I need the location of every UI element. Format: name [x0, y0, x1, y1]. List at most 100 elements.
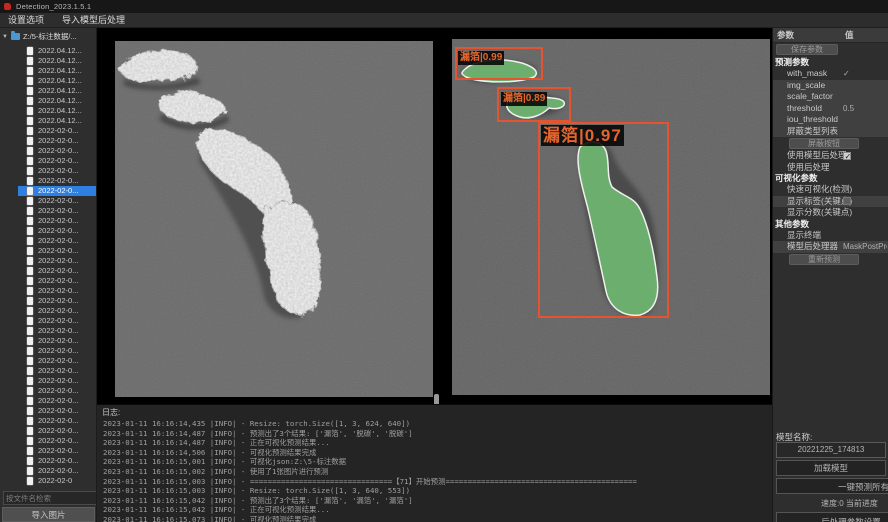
tree-item[interactable]: 2022-02-0... — [0, 406, 97, 416]
original-image — [115, 41, 433, 397]
param-row[interactable]: scale_factor — [773, 91, 888, 103]
tree-item[interactable]: 2022-02-0 — [0, 476, 97, 486]
tree-item[interactable]: 2022-02-0... — [0, 276, 97, 286]
file-icon — [27, 267, 33, 275]
tree-item[interactable]: 2022-02-0... — [0, 386, 97, 396]
tree-item[interactable]: 2022-02-0... — [0, 256, 97, 266]
tree-item[interactable]: 2022.04.12... — [0, 66, 97, 76]
param-row[interactable]: 快速可视化(检测) — [773, 184, 888, 196]
tree-item[interactable]: 2022-02-0... — [0, 176, 97, 186]
param-label: 显示分数(关键点) — [787, 207, 852, 219]
original-image-view[interactable] — [115, 41, 433, 397]
tree-item[interactable]: 2022.04.12... — [0, 76, 97, 86]
menubar: 设置选项 导入模型后处理 — [0, 13, 888, 28]
tree-item[interactable]: 2022-02-0... — [0, 246, 97, 256]
tree-item[interactable]: 2022-02-0... — [0, 356, 97, 366]
tree-item[interactable]: 2022.04.12... — [0, 46, 97, 56]
tree-item[interactable]: 2022-02-0... — [0, 286, 97, 296]
tree-root[interactable]: ▼ Z:/5-标注数据/... — [2, 31, 77, 42]
param-label: 使用模型后处理 — [787, 150, 847, 162]
tree-item[interactable]: 2022-02-0... — [0, 296, 97, 306]
tree-item[interactable]: 2022-02-0... — [0, 126, 97, 136]
file-icon — [27, 147, 33, 155]
file-icon — [27, 297, 33, 305]
param-label: 屏蔽类型列表 — [787, 126, 838, 138]
tree-item[interactable]: 2022-02-0... — [0, 466, 97, 476]
search-input[interactable] — [3, 491, 97, 505]
file-icon — [27, 217, 33, 225]
param-row[interactable]: 模型后处理器 MaskPostPro — [773, 241, 888, 253]
tree-item[interactable]: 2022-02-0... — [0, 266, 97, 276]
log-lines: 2023-01-11 16:16:14,435 |INFO| - Resize:… — [103, 419, 772, 522]
file-icon — [27, 397, 33, 405]
prediction-image-view[interactable]: 漏箔|0.99 漏箔|0.89 漏箔|0.97 — [452, 39, 770, 395]
tree-item-label: 2022.04.12... — [38, 46, 82, 56]
tree-item[interactable]: 2022.04.12... — [0, 96, 97, 106]
detection-label-3: 漏箔|0.97 — [541, 125, 624, 146]
log-console[interactable]: 日志: 2023-01-11 16:16:14,435 |INFO| - Res… — [97, 404, 772, 522]
param-section-header: 其他参数 — [773, 219, 888, 230]
param-row[interactable]: 屏蔽类型列表 — [773, 126, 888, 138]
tree-item-label: 2022-02-0... — [38, 416, 78, 426]
param-row[interactable]: threshold 0.5 — [773, 103, 888, 115]
file-icon — [27, 407, 33, 415]
menu-item[interactable]: 导入模型后处理 — [62, 13, 125, 28]
checkbox[interactable] — [843, 197, 851, 205]
tree-item[interactable]: 2022-02-0... — [0, 146, 97, 156]
tree-item[interactable]: 2022-02-0... — [0, 306, 97, 316]
tree-item[interactable]: 2022.04.12... — [0, 106, 97, 116]
tree-item[interactable]: 2022-02-0... — [0, 396, 97, 406]
tree-item[interactable]: 2022-02-0... — [0, 136, 97, 146]
file-icon — [27, 477, 33, 485]
file-icon — [27, 467, 33, 475]
param-row[interactable]: 使用模型后处理 — [773, 150, 888, 162]
checkbox[interactable] — [843, 152, 851, 160]
tree-item[interactable]: 2022.04.12... — [0, 86, 97, 96]
import-images-button[interactable]: 导入图片 — [2, 507, 95, 522]
tree-item[interactable]: 2022-02-0... — [0, 156, 97, 166]
tree-item[interactable]: 2022-02-0... — [0, 436, 97, 446]
tree-item[interactable]: 2022.04.12... — [0, 56, 97, 66]
detection-label-1: 漏箔|0.99 — [458, 51, 504, 65]
tree-item[interactable]: 2022-02-0... — [0, 196, 97, 206]
tree-item[interactable]: 2022-02-0... — [0, 426, 97, 436]
param-action-button[interactable]: 重新预测 — [789, 254, 859, 265]
tree-item[interactable]: 2022-02-0... — [0, 186, 97, 196]
param-row[interactable]: 显示标签(关键点) — [773, 196, 888, 208]
file-icon — [27, 287, 33, 295]
model-name-field[interactable]: 20221225_174813 — [776, 442, 886, 458]
tree-item[interactable]: 2022-02-0... — [0, 416, 97, 426]
file-icon — [27, 117, 33, 125]
param-row[interactable]: 显示终端 — [773, 230, 888, 242]
tree-item[interactable]: 2022-02-0... — [0, 336, 97, 346]
param-action-button[interactable]: 屏蔽按钮 — [789, 138, 859, 149]
tree-item[interactable]: 2022.04.12... — [0, 116, 97, 126]
menu-item[interactable]: 设置选项 — [8, 13, 44, 28]
tree-item[interactable]: 2022-02-0... — [0, 226, 97, 236]
tree-item[interactable]: 2022-02-0... — [0, 366, 97, 376]
tree-item[interactable]: 2022-02-0... — [0, 166, 97, 176]
tree-item[interactable]: 2022-02-0... — [0, 346, 97, 356]
save-params-button[interactable]: 保存参数 — [776, 44, 838, 55]
tree-item[interactable]: 2022-02-0... — [0, 326, 97, 336]
titlebar: Detection_2023.1.5.1 — [0, 0, 888, 13]
caret-down-icon[interactable]: ▼ — [2, 34, 8, 40]
param-row[interactable]: with_mask ✓ — [773, 68, 888, 80]
param-row[interactable]: 显示分数(关键点) — [773, 207, 888, 219]
tree-item[interactable]: 2022-02-0... — [0, 206, 97, 216]
predict-all-button[interactable]: 一键预测所有 — [776, 478, 888, 494]
tree-item[interactable]: 2022-02-0... — [0, 446, 97, 456]
param-row[interactable]: 使用后处理 — [773, 162, 888, 174]
param-row[interactable]: iou_threshold — [773, 114, 888, 126]
load-model-button[interactable]: 加载模型 — [776, 460, 886, 476]
tree-item-label: 2022-02-0... — [38, 346, 78, 356]
postprocess-settings-button[interactable]: 后处理参数设置 — [776, 512, 888, 522]
tree-item[interactable]: 2022-02-0... — [0, 456, 97, 466]
file-icon — [27, 197, 33, 205]
param-row[interactable]: img_scale — [773, 80, 888, 92]
tree-item[interactable]: 2022-02-0... — [0, 316, 97, 326]
tree-item[interactable]: 2022-02-0... — [0, 236, 97, 246]
param-value: MaskPostPro — [843, 241, 887, 253]
tree-item[interactable]: 2022-02-0... — [0, 216, 97, 226]
tree-item[interactable]: 2022-02-0... — [0, 376, 97, 386]
